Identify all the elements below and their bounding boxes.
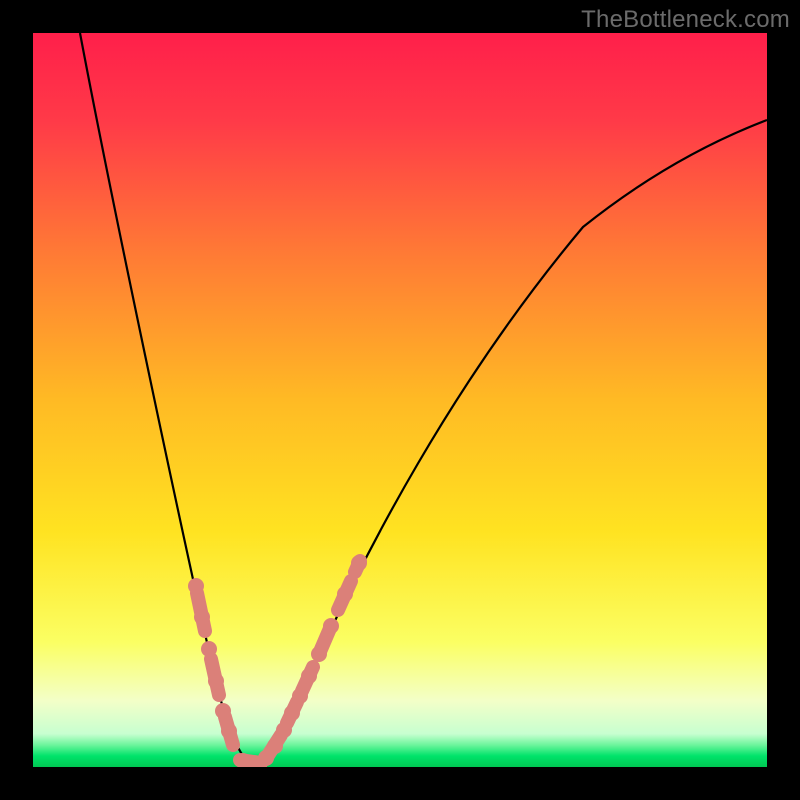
curve-layer xyxy=(33,33,767,767)
watermark-text: TheBottleneck.com xyxy=(581,6,790,34)
chart-frame: TheBottleneck.com xyxy=(0,0,800,800)
curve-right-branch xyxy=(255,120,767,767)
curve-left-branch xyxy=(80,33,255,767)
plot-area xyxy=(33,33,767,767)
